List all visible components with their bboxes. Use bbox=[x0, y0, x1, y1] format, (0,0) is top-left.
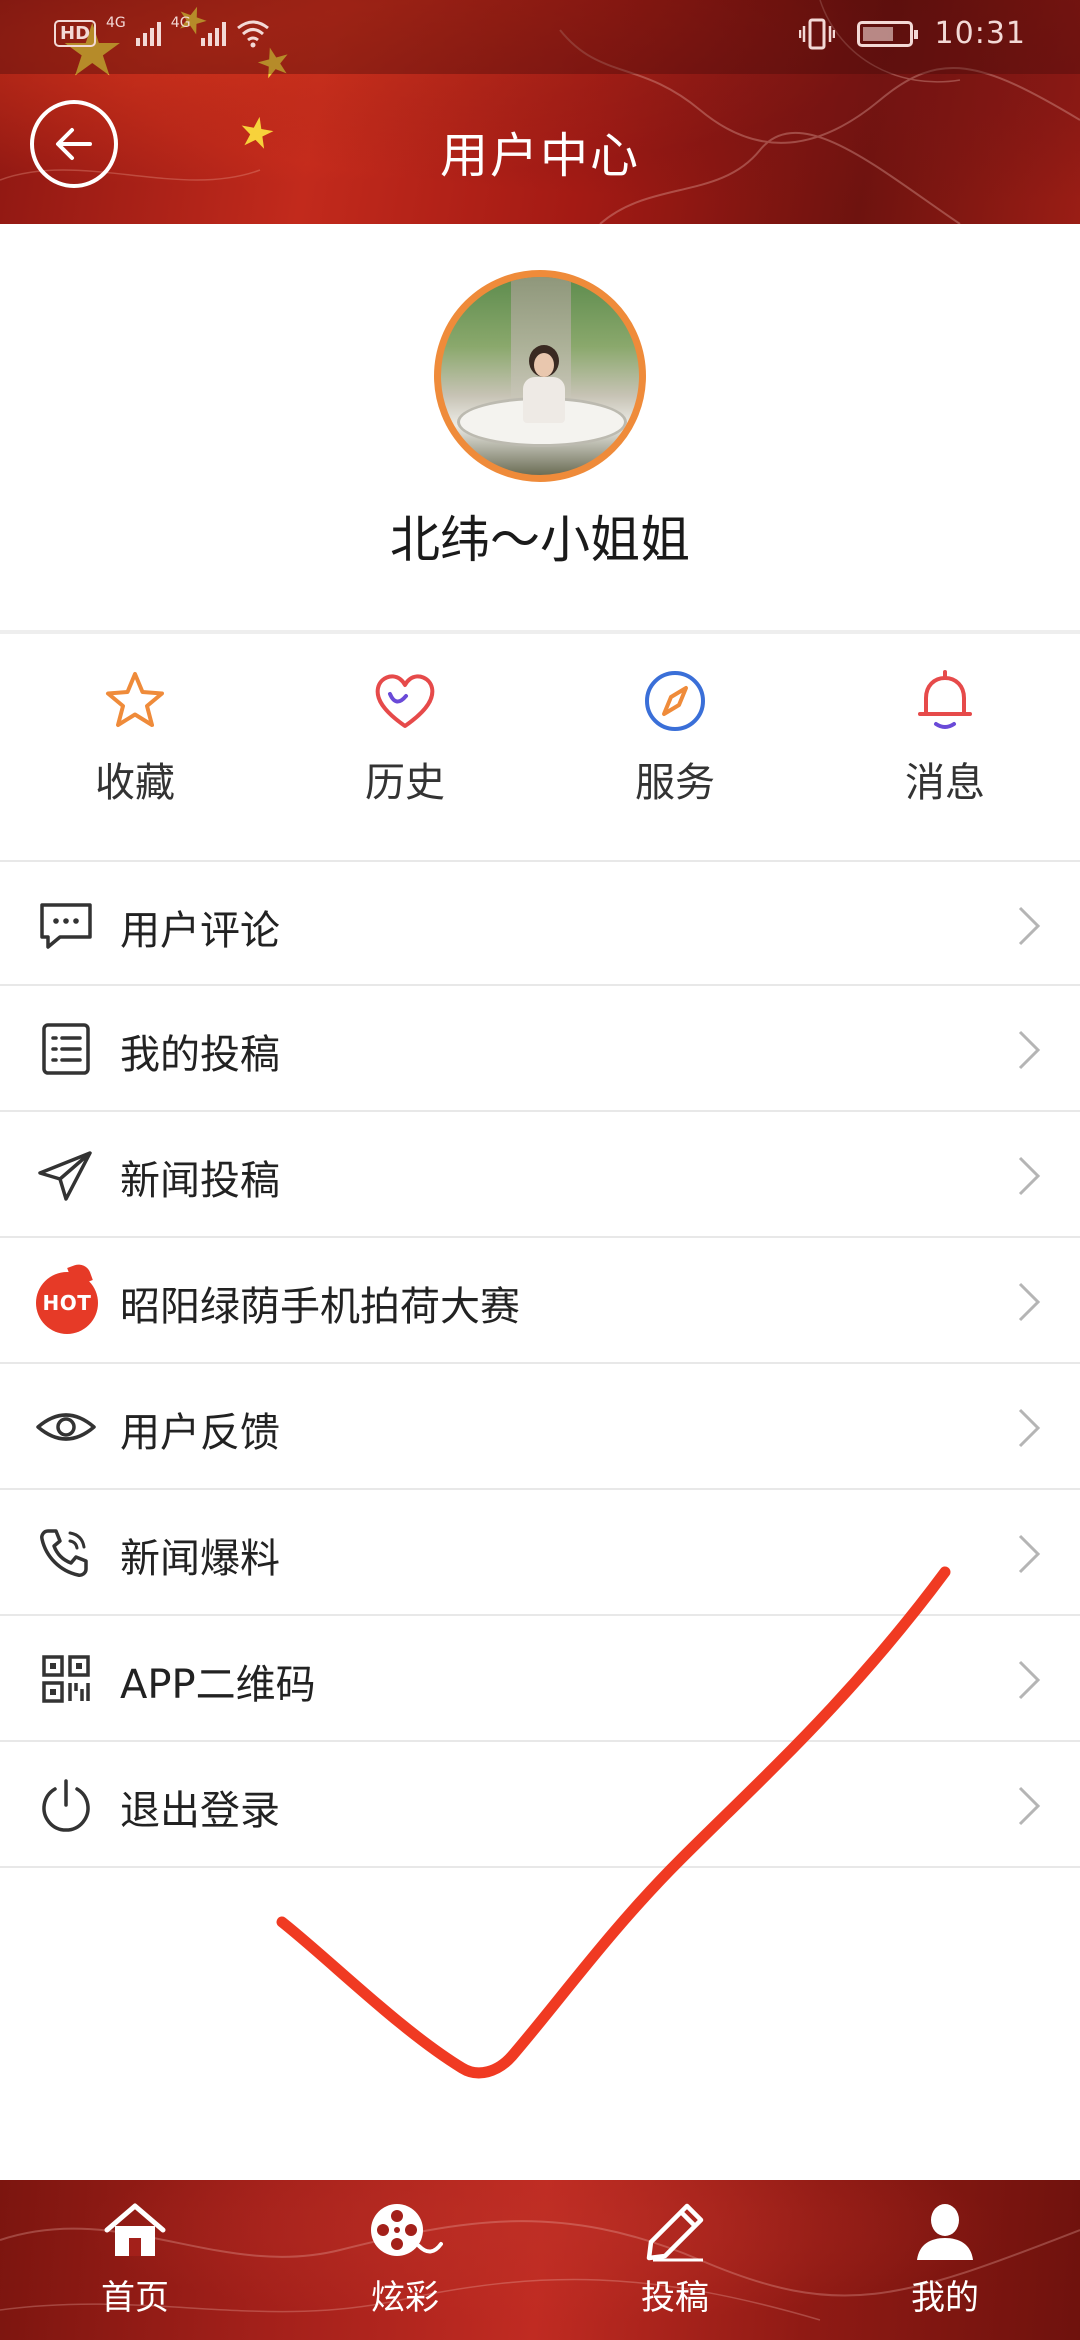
menu-item-logout[interactable]: 退出登录 bbox=[0, 1742, 1080, 1868]
menu-item-label: 用户评论 bbox=[120, 908, 280, 954]
menu-item-my-submissions[interactable]: 我的投稿 bbox=[0, 986, 1080, 1112]
quick-action-favorites[interactable]: 收藏 bbox=[35, 668, 235, 808]
quick-action-label: 服务 bbox=[635, 760, 715, 806]
chevron-right-icon bbox=[1018, 1282, 1041, 1322]
bottom-nav: 首页 炫彩 投稿 我的 bbox=[0, 2180, 1080, 2340]
quick-action-label: 收藏 bbox=[95, 760, 175, 806]
menu-item-news-tips[interactable]: 新闻爆料 bbox=[0, 1490, 1080, 1616]
nav-home[interactable]: 首页 bbox=[35, 2200, 235, 2319]
menu-item-photo-contest[interactable]: HOT 昭阳绿荫手机拍荷大赛 bbox=[0, 1238, 1080, 1364]
quick-action-label: 历史 bbox=[365, 760, 445, 806]
nav-label: 首页 bbox=[101, 2278, 169, 2318]
quick-action-label: 消息 bbox=[905, 760, 985, 806]
chevron-right-icon bbox=[1018, 1408, 1041, 1448]
menu-item-news-submission[interactable]: 新闻投稿 bbox=[0, 1112, 1080, 1238]
nav-label: 我的 bbox=[911, 2278, 979, 2318]
user-icon bbox=[917, 2204, 973, 2260]
film-reel-icon bbox=[371, 2204, 443, 2256]
signal-icon bbox=[135, 20, 161, 46]
qr-code-icon bbox=[42, 1655, 90, 1703]
menu-item-user-comments[interactable]: 用户评论 bbox=[0, 860, 1080, 986]
menu-item-label: APP二维码 bbox=[120, 1662, 316, 1708]
power-icon bbox=[42, 1779, 90, 1832]
star-icon bbox=[106, 672, 164, 727]
quick-action-services[interactable]: 服务 bbox=[575, 668, 775, 808]
battery-icon bbox=[856, 20, 918, 47]
signal-icon bbox=[200, 20, 226, 46]
status-left: HD 4G 4G bbox=[54, 15, 270, 48]
nav-label: 炫彩 bbox=[371, 2278, 439, 2318]
menu-item-label: 用户反馈 bbox=[120, 1410, 280, 1456]
pencil-icon bbox=[646, 2203, 704, 2262]
menu-item-label: 退出登录 bbox=[120, 1788, 280, 1834]
nav-mine[interactable]: 我的 bbox=[845, 2200, 1045, 2319]
menu-item-qr-code[interactable]: APP二维码 bbox=[0, 1616, 1080, 1742]
bell-icon bbox=[918, 670, 972, 729]
eye-icon bbox=[36, 1413, 96, 1441]
network-type: 4G bbox=[106, 15, 126, 31]
menu-item-label: 新闻投稿 bbox=[120, 1158, 280, 1204]
chevron-right-icon bbox=[1018, 1534, 1041, 1574]
chevron-right-icon bbox=[1018, 1786, 1041, 1826]
profile-section: 北纬～小姐姐 bbox=[0, 224, 1080, 630]
menu-item-feedback[interactable]: 用户反馈 bbox=[0, 1364, 1080, 1490]
quick-actions: 收藏 历史 服务 消息 bbox=[0, 634, 1080, 858]
network-type: 4G bbox=[170, 15, 191, 31]
quick-action-messages[interactable]: 消息 bbox=[845, 668, 1045, 808]
quick-action-history[interactable]: 历史 bbox=[305, 668, 505, 808]
chevron-right-icon bbox=[1018, 1030, 1041, 1070]
phone-icon bbox=[40, 1529, 88, 1577]
vibrate-icon bbox=[798, 18, 835, 49]
comment-icon bbox=[40, 903, 92, 949]
avatar[interactable] bbox=[434, 270, 646, 482]
page-title: 用户中心 bbox=[439, 128, 640, 184]
chevron-right-icon bbox=[1018, 1156, 1041, 1196]
chevron-right-icon bbox=[1018, 1660, 1041, 1700]
user-nickname: 北纬～小姐姐 bbox=[390, 511, 690, 569]
chevron-right-icon bbox=[1018, 906, 1041, 946]
nav-submit[interactable]: 投稿 bbox=[575, 2200, 775, 2319]
list-icon bbox=[42, 1023, 90, 1075]
status-right: 10:31 bbox=[798, 16, 1026, 51]
status-time: 10:31 bbox=[934, 16, 1026, 51]
compass-icon bbox=[645, 671, 705, 731]
menu-item-label: 新闻爆料 bbox=[120, 1536, 280, 1582]
heart-icon bbox=[375, 674, 435, 728]
menu-item-label: 昭阳绿荫手机拍荷大赛 bbox=[120, 1284, 520, 1330]
menu-list: 用户评论 我的投稿 新闻投稿 HOT 昭阳绿荫手机拍荷大赛 用户反馈 新闻爆料 … bbox=[0, 860, 1080, 1868]
menu-item-label: 我的投稿 bbox=[120, 1032, 280, 1078]
nav-colorful[interactable]: 炫彩 bbox=[305, 2200, 505, 2319]
paper-plane-icon bbox=[38, 1151, 92, 1201]
status-bar: HD 4G 4G 10:31 bbox=[0, 0, 1080, 74]
hot-icon: HOT bbox=[36, 1272, 98, 1334]
wifi-icon bbox=[236, 20, 269, 48]
hd-badge: HD bbox=[54, 19, 97, 47]
nav-label: 投稿 bbox=[641, 2278, 709, 2318]
app-header: ★ ★ ★ ★ HD 4G 4G 10:31 用户中心 bbox=[0, 0, 1080, 224]
home-icon bbox=[104, 2203, 166, 2256]
